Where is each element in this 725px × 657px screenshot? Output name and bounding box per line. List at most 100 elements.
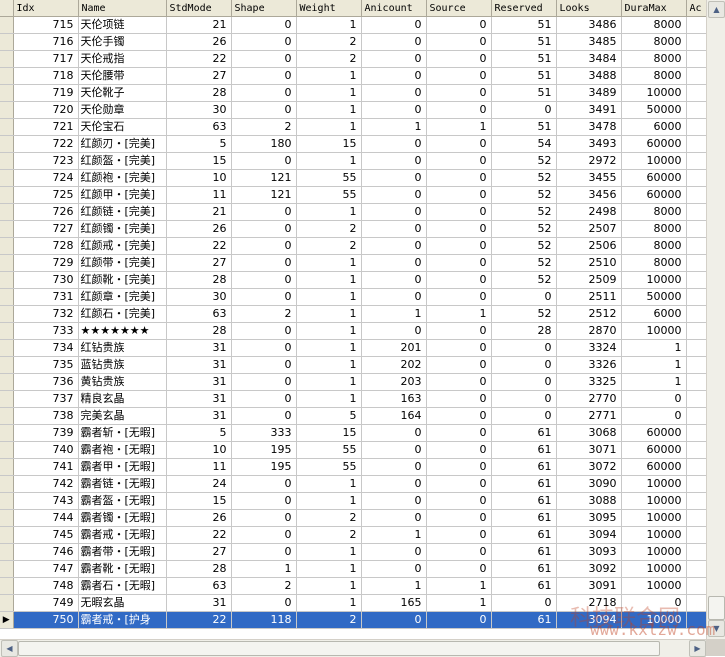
cell-stdmode[interactable]: 11 xyxy=(166,458,232,476)
cell-duramax[interactable]: 10000 xyxy=(621,560,687,578)
cell-anicount[interactable]: 1 xyxy=(361,305,427,323)
cell-anicount[interactable]: 201 xyxy=(361,339,427,357)
scroll-up-arrow-icon[interactable]: ▲ xyxy=(708,1,725,18)
table-row[interactable]: 735 蓝钻贵族 31 0 1 202 0 0 3326 1 xyxy=(0,356,707,374)
cell-ac[interactable] xyxy=(686,577,707,595)
cell-name[interactable]: 霸者戒・[护身 xyxy=(78,611,167,629)
cell-weight[interactable]: 1 xyxy=(296,475,362,493)
table-row[interactable]: 742 霸者链・[无暇] 24 0 1 0 0 61 3090 10000 xyxy=(0,475,707,493)
cell-looks[interactable]: 2507 xyxy=(556,220,622,238)
cell-anicount[interactable]: 164 xyxy=(361,407,427,425)
cell-duramax[interactable]: 8000 xyxy=(621,67,687,85)
row-indicator[interactable] xyxy=(0,594,14,612)
cell-name[interactable]: 红钻贵族 xyxy=(78,339,167,357)
cell-reserved[interactable]: 51 xyxy=(491,84,557,102)
table-row[interactable]: 725 红颜甲・[完美] 11 121 55 0 0 52 3456 60000 xyxy=(0,186,707,204)
row-indicator[interactable] xyxy=(0,50,14,68)
cell-shape[interactable]: 0 xyxy=(231,492,297,510)
cell-stdmode[interactable]: 63 xyxy=(166,118,232,136)
row-indicator[interactable] xyxy=(0,152,14,170)
cell-anicount[interactable]: 0 xyxy=(361,84,427,102)
row-indicator[interactable] xyxy=(0,33,14,51)
cell-ac[interactable] xyxy=(686,220,707,238)
cell-reserved[interactable]: 52 xyxy=(491,254,557,272)
cell-weight[interactable]: 2 xyxy=(296,611,362,629)
cell-ac[interactable] xyxy=(686,84,707,102)
cell-ac[interactable] xyxy=(686,543,707,561)
cell-source[interactable]: 0 xyxy=(426,373,492,391)
cell-ac[interactable] xyxy=(686,101,707,119)
table-row[interactable]: 717 天伦戒指 22 0 2 0 0 51 3484 8000 xyxy=(0,50,707,68)
cell-source[interactable]: 0 xyxy=(426,288,492,306)
cell-duramax[interactable]: 60000 xyxy=(621,135,687,153)
table-row[interactable]: 737 精良玄晶 31 0 1 163 0 0 2770 0 xyxy=(0,390,707,408)
cell-stdmode[interactable]: 22 xyxy=(166,237,232,255)
cell-anicount[interactable]: 0 xyxy=(361,135,427,153)
cell-source[interactable]: 0 xyxy=(426,407,492,425)
cell-anicount[interactable]: 0 xyxy=(361,237,427,255)
cell-ac[interactable] xyxy=(686,33,707,51)
column-header-shape[interactable]: Shape xyxy=(231,0,297,17)
cell-ac[interactable] xyxy=(686,373,707,391)
cell-source[interactable]: 0 xyxy=(426,271,492,289)
row-indicator[interactable] xyxy=(0,237,14,255)
cell-weight[interactable]: 1 xyxy=(296,390,362,408)
cell-looks[interactable]: 3072 xyxy=(556,458,622,476)
cell-stdmode[interactable]: 30 xyxy=(166,288,232,306)
cell-anicount[interactable]: 0 xyxy=(361,220,427,238)
row-indicator[interactable] xyxy=(0,407,14,425)
cell-ac[interactable] xyxy=(686,118,707,136)
cell-stdmode[interactable]: 21 xyxy=(166,16,232,34)
cell-source[interactable]: 0 xyxy=(426,220,492,238)
cell-weight[interactable]: 1 xyxy=(296,118,362,136)
row-indicator[interactable] xyxy=(0,186,14,204)
cell-reserved[interactable]: 28 xyxy=(491,322,557,340)
cell-source[interactable]: 0 xyxy=(426,33,492,51)
cell-shape[interactable]: 195 xyxy=(231,458,297,476)
row-indicator[interactable] xyxy=(0,356,14,374)
cell-shape[interactable]: 0 xyxy=(231,101,297,119)
cell-weight[interactable]: 55 xyxy=(296,458,362,476)
cell-name[interactable]: 蓝钻贵族 xyxy=(78,356,167,374)
cell-stdmode[interactable]: 5 xyxy=(166,424,232,442)
cell-source[interactable]: 0 xyxy=(426,390,492,408)
cell-name[interactable]: 红颜章・[完美] xyxy=(78,288,167,306)
cell-duramax[interactable]: 60000 xyxy=(621,424,687,442)
cell-reserved[interactable]: 52 xyxy=(491,152,557,170)
cell-idx[interactable]: 733 xyxy=(13,322,79,340)
cell-looks[interactable]: 3095 xyxy=(556,509,622,527)
cell-looks[interactable]: 3488 xyxy=(556,67,622,85)
cell-weight[interactable]: 55 xyxy=(296,186,362,204)
cell-ac[interactable] xyxy=(686,390,707,408)
cell-source[interactable]: 0 xyxy=(426,611,492,629)
cell-name[interactable]: 霸者链・[无暇] xyxy=(78,475,167,493)
cell-shape[interactable]: 0 xyxy=(231,288,297,306)
cell-idx[interactable]: 717 xyxy=(13,50,79,68)
cell-idx[interactable]: 725 xyxy=(13,186,79,204)
cell-shape[interactable]: 0 xyxy=(231,475,297,493)
cell-idx[interactable]: 726 xyxy=(13,203,79,221)
table-row[interactable]: 736 黄钻贵族 31 0 1 203 0 0 3325 1 xyxy=(0,373,707,391)
cell-stdmode[interactable]: 22 xyxy=(166,50,232,68)
row-indicator[interactable] xyxy=(0,577,14,595)
cell-idx[interactable]: 718 xyxy=(13,67,79,85)
vertical-scroll-thumb[interactable] xyxy=(708,596,725,620)
cell-shape[interactable]: 2 xyxy=(231,305,297,323)
row-indicator[interactable] xyxy=(0,67,14,85)
cell-source[interactable]: 0 xyxy=(426,254,492,272)
horizontal-scroll-thumb[interactable] xyxy=(18,641,660,656)
cell-ac[interactable] xyxy=(686,203,707,221)
cell-looks[interactable]: 3485 xyxy=(556,33,622,51)
cell-reserved[interactable]: 52 xyxy=(491,305,557,323)
cell-idx[interactable]: 747 xyxy=(13,560,79,578)
cell-source[interactable]: 0 xyxy=(426,492,492,510)
cell-idx[interactable]: 741 xyxy=(13,458,79,476)
cell-looks[interactable]: 3478 xyxy=(556,118,622,136)
cell-source[interactable]: 0 xyxy=(426,509,492,527)
cell-weight[interactable]: 5 xyxy=(296,407,362,425)
cell-anicount[interactable]: 0 xyxy=(361,271,427,289)
cell-stdmode[interactable]: 28 xyxy=(166,560,232,578)
cell-reserved[interactable]: 61 xyxy=(491,441,557,459)
cell-weight[interactable]: 1 xyxy=(296,322,362,340)
table-row[interactable]: 749 无暇玄晶 31 0 1 165 1 0 2718 0 xyxy=(0,594,707,612)
